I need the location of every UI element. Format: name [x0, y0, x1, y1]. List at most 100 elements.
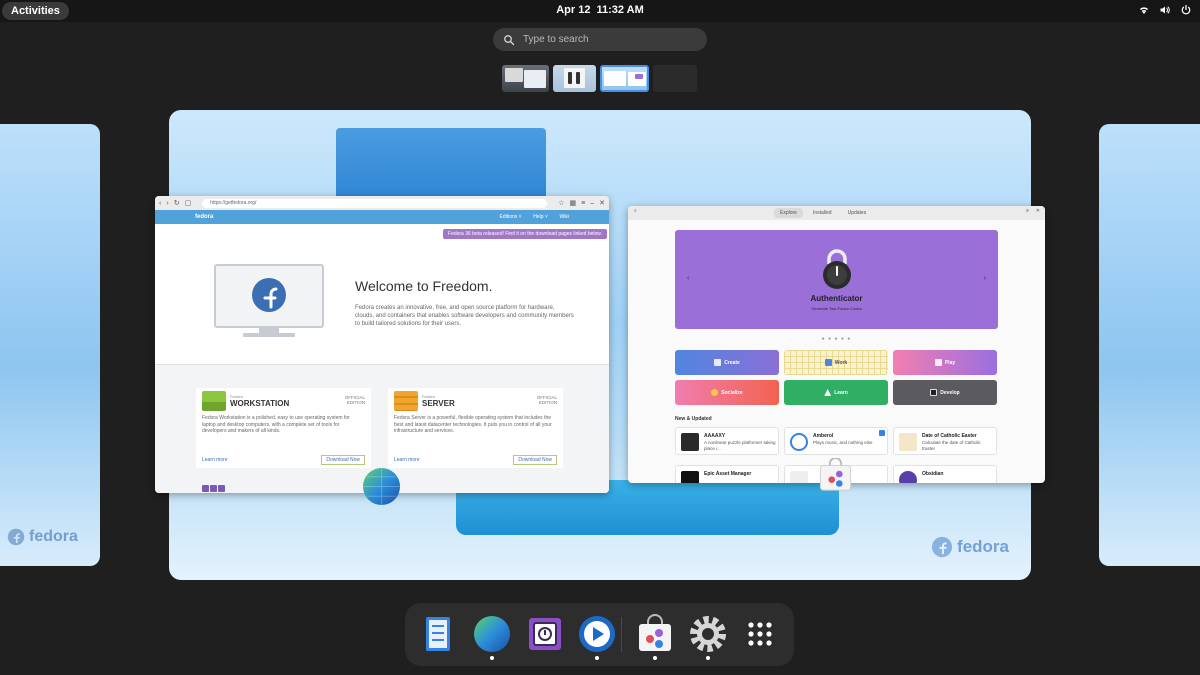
carousel-prev-icon[interactable]: ‹	[687, 275, 689, 282]
app-description: A nonlinear puzzle platformer taking pla…	[704, 440, 776, 451]
site-navbar: fedora Editions ˅ Help ˅ Wiki	[155, 210, 609, 224]
featured-app-title: Authenticator	[810, 294, 863, 303]
carousel-dots[interactable]: ● ● ● ● ●	[628, 336, 1045, 342]
browser-toolbar: ‹ › ↻ ▢ https://getfedora.org/ ☆ ▦ ≡ – ✕	[155, 196, 609, 210]
software-headerbar: ⌕ Explore Installed Updates ≡ ✕	[628, 206, 1045, 220]
forward-icon[interactable]: ›	[166, 200, 168, 207]
dock-item-password-safe[interactable]	[525, 614, 565, 654]
clock-date: Apr 12	[556, 4, 591, 16]
obsidian-icon	[899, 471, 917, 483]
clock[interactable]: Apr 12 11:32 AM	[0, 4, 1200, 16]
monitor-illustration-icon	[214, 264, 324, 337]
software-window[interactable]: ⌕ Explore Installed Updates ≡ ✕ ‹ › Auth…	[628, 206, 1045, 483]
app-card-aaaaxy[interactable]: AAAAXY A nonlinear puzzle platformer tak…	[675, 427, 779, 455]
site-brand[interactable]: fedora	[195, 214, 213, 220]
fedora-wordmark: fedora	[29, 528, 78, 545]
app-name: Date of Catholic Easter	[922, 433, 977, 439]
workspace-previous[interactable]: fedora	[0, 124, 100, 566]
reload-icon[interactable]: ↻	[174, 199, 180, 207]
nav-link-help[interactable]: Help ˅	[533, 214, 548, 220]
menu-icon[interactable]: ≡	[581, 200, 585, 207]
close-icon[interactable]: ✕	[1036, 208, 1040, 214]
dash-dock	[405, 603, 794, 666]
church-icon	[899, 433, 917, 451]
app-name: Obsidian	[922, 471, 944, 477]
dock-item-files[interactable]	[418, 614, 458, 654]
hero-text: Fedora creates an innovative, free, and …	[355, 305, 574, 327]
nav-link-wiki[interactable]: Wiki	[560, 214, 569, 220]
workspace-next[interactable]	[1099, 124, 1200, 566]
category-socialize[interactable]: Socialize	[675, 380, 779, 405]
search-input[interactable]	[523, 34, 693, 45]
edition-card-server[interactable]: Fedora SERVER OFFICIAL EDITION Fedora Se…	[388, 388, 563, 468]
back-icon[interactable]: ‹	[159, 200, 161, 207]
aaaaxy-icon	[681, 433, 699, 451]
learn-more-link[interactable]: Learn more	[394, 457, 420, 463]
category-create[interactable]: Create	[675, 350, 779, 375]
top-bar: Activities Apr 12 11:32 AM	[0, 0, 1200, 22]
edition-card-workstation[interactable]: Fedora WORKSTATION OFFICIAL EDITION Fedo…	[196, 388, 371, 468]
browser-globe-icon	[474, 616, 510, 652]
iot-edition-icon	[202, 485, 225, 492]
dock-item-settings[interactable]	[688, 614, 728, 660]
app-card-epic-asset-manager[interactable]: Epic Asset Manager	[675, 465, 779, 483]
fedora-logo-icon	[931, 536, 953, 558]
workstation-icon	[202, 391, 226, 411]
software-bag-icon	[639, 614, 671, 651]
search-icon[interactable]: ⌕	[634, 208, 637, 214]
minimize-icon[interactable]: –	[590, 200, 594, 207]
app-card-obsidian[interactable]: Obsidian	[893, 465, 997, 483]
dock-item-app-grid[interactable]	[740, 614, 780, 654]
learn-more-link[interactable]: Learn more	[202, 457, 228, 463]
bookmark-star-icon[interactable]: ☆	[558, 199, 564, 207]
download-now-button[interactable]: Download Now	[513, 455, 557, 465]
system-tray[interactable]	[1138, 4, 1192, 16]
dock-item-browser[interactable]	[472, 614, 512, 660]
app-name: AAAAXY	[704, 433, 726, 439]
search-box[interactable]	[493, 28, 707, 51]
url-bar[interactable]: https://getfedora.org/	[202, 198, 548, 208]
beta-banner[interactable]: Fedora 36 beta released! Find it on the …	[443, 229, 607, 239]
app-grid-icon	[748, 622, 772, 646]
app-description: Calculate the date of Catholic Easter	[922, 440, 981, 451]
dock-item-software[interactable]	[635, 614, 675, 660]
app-description: Plays music, and nothing else	[813, 440, 873, 445]
app-card-amberol[interactable]: Amberol Plays music, and nothing else	[784, 427, 888, 455]
workspace-thumbnail-3-active[interactable]	[600, 65, 649, 92]
close-icon[interactable]: ✕	[599, 199, 605, 207]
extension-icon[interactable]: ▦	[570, 199, 577, 207]
featured-app-banner[interactable]: ‹ › Authenticator Generate Two-Factor Co…	[675, 230, 998, 329]
amberol-icon	[579, 616, 615, 652]
installed-check-icon	[879, 430, 885, 436]
edition-name: SERVER	[422, 399, 455, 408]
carousel-next-icon[interactable]: ›	[984, 275, 986, 282]
category-learn[interactable]: Learn	[784, 380, 888, 405]
browser-globe-icon	[362, 467, 401, 506]
workspace-thumbnail-4[interactable]	[653, 65, 697, 92]
tab-installed[interactable]: Installed	[807, 208, 838, 218]
category-play[interactable]: Play	[893, 350, 997, 375]
app-card-catholic-easter[interactable]: Date of Catholic Easter Calculate the da…	[893, 427, 997, 455]
tab-explore[interactable]: Explore	[774, 208, 803, 218]
workspace-thumbnail-2[interactable]	[553, 65, 596, 92]
dock-separator	[621, 617, 622, 652]
category-develop[interactable]: Develop	[893, 380, 997, 405]
tab-updates[interactable]: Updates	[842, 208, 873, 218]
featured-app-subtitle: Generate Two-Factor Codes	[811, 306, 862, 311]
download-now-button[interactable]: Download Now	[321, 455, 365, 465]
workspace-thumbnail-1[interactable]	[502, 65, 549, 92]
nav-link-editions[interactable]: Editions ˅	[500, 214, 522, 220]
wifi-icon	[1140, 7, 1148, 14]
fedora-wallpaper-logo: fedora	[931, 536, 1009, 558]
dock-item-amberol[interactable]	[577, 614, 617, 660]
files-icon	[426, 617, 450, 651]
volume-icon	[1160, 6, 1170, 14]
edition-description: Fedora Workstation is a polished, easy t…	[202, 415, 350, 434]
tab-icon[interactable]: ▢	[185, 199, 192, 207]
menu-icon[interactable]: ≡	[1026, 208, 1029, 214]
server-icon	[394, 391, 418, 411]
browser-window[interactable]: ‹ › ↻ ▢ https://getfedora.org/ ☆ ▦ ≡ – ✕…	[155, 196, 609, 493]
category-work[interactable]: Work	[784, 350, 888, 375]
fedora-wordmark: fedora	[957, 537, 1009, 556]
edition-name: WORKSTATION	[230, 399, 290, 408]
